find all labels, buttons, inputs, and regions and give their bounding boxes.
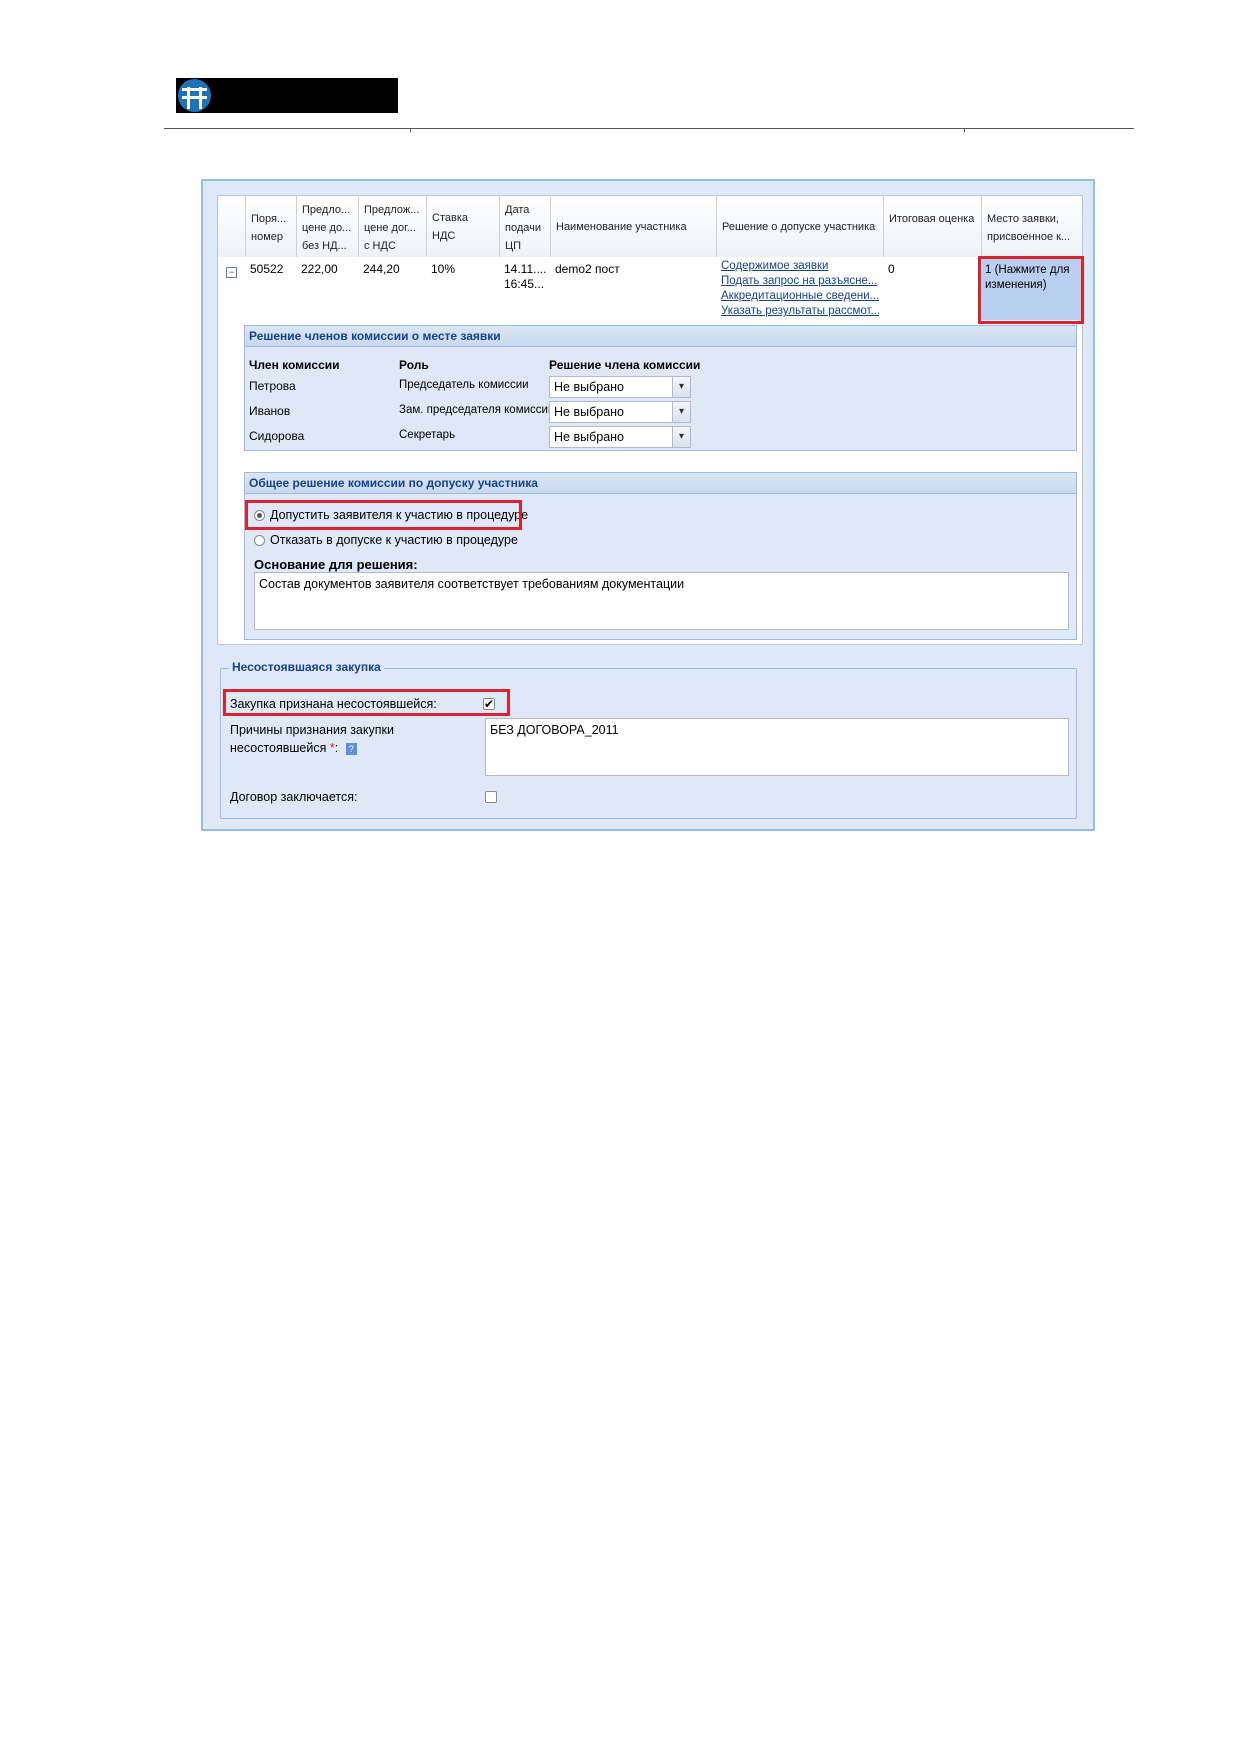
table-row[interactable]: − 50522 222,00 244,20 10% 14.11.... 16:4…: [218, 257, 1082, 320]
link-application-contents[interactable]: Содержимое заявки: [721, 259, 879, 274]
column-date[interactable]: Дата подачи ЦП: [500, 196, 551, 257]
member-name: Сидорова: [249, 429, 305, 443]
applications-grid-area: Поря... номер Предло... цене до... без Н…: [217, 195, 1084, 645]
link-accreditation-info[interactable]: Аккредитационные сведени...: [721, 289, 879, 304]
column-admission-decision[interactable]: Решение о допуске участника: [717, 196, 884, 257]
column-number[interactable]: Поря... номер: [246, 196, 297, 257]
contract-checkbox[interactable]: [485, 791, 497, 803]
help-icon[interactable]: ?: [345, 742, 357, 755]
member-role: Секретарь: [399, 429, 456, 441]
member-name: Петрова: [249, 379, 296, 393]
header-decision: Решение члена комиссии: [549, 358, 701, 372]
members-panel-header: Решение членов комиссии о месте заявки: [245, 326, 1076, 347]
collapse-row-icon[interactable]: −: [226, 267, 237, 278]
member-decision-select[interactable]: Не выбрано ▾: [549, 401, 691, 423]
members-decision-panel: Решение членов комиссии о месте заявки Ч…: [244, 325, 1077, 451]
reasons-label: Причины признания закупки: [230, 723, 394, 737]
column-place[interactable]: Место заявки, присвоенное к...: [982, 196, 1082, 257]
link-clarification-request[interactable]: Подать запрос на разъясне...: [721, 274, 879, 289]
failed-purchase-fieldset: Несостоявшаяся закупка Закупка признана …: [220, 660, 1077, 819]
admission-panel-header: Общее решение комиссии по допуску участн…: [245, 473, 1076, 494]
header-divider: [164, 128, 1134, 129]
column-price-no-vat[interactable]: Предло... цене до... без НД...: [297, 196, 359, 257]
logo-mark-icon: [178, 79, 211, 112]
grid-header: Поря... номер Предло... цене до... без Н…: [218, 196, 1082, 258]
header-divider-tick: [964, 128, 965, 132]
reasons-textarea[interactable]: БЕЗ ДОГОВОРА_2011: [485, 718, 1069, 776]
reasons-label-line2: несостоявшейся *: ?: [230, 741, 357, 755]
reject-radio[interactable]: [254, 535, 265, 546]
application-form-screenshot: Поря... номер Предло... цене до... без Н…: [201, 179, 1095, 831]
header-member: Член комиссии: [249, 358, 340, 372]
reject-option-label[interactable]: Отказать в допуске к участию в процедуре: [270, 533, 518, 547]
row-date: 14.11.... 16:45...: [504, 262, 546, 292]
member-role: Зам. председателя комиссии: [399, 404, 555, 416]
column-final-score[interactable]: Итоговая оценка: [884, 196, 982, 257]
row-score: 0: [888, 262, 895, 276]
admission-panel-title: Общее решение комиссии по допуску участн…: [249, 476, 538, 490]
column-participant[interactable]: Наименование участника: [551, 196, 717, 257]
highlight-admit-option: [245, 500, 522, 530]
chevron-down-icon[interactable]: ▾: [672, 427, 690, 447]
header-divider-tick: [410, 128, 411, 132]
member-decision-select[interactable]: Не выбрано ▾: [549, 376, 691, 398]
chevron-down-icon[interactable]: ▾: [672, 402, 690, 422]
header-role: Роль: [399, 358, 429, 372]
row-price-vat: 244,20: [363, 262, 400, 276]
row-participant: demo2 пост: [555, 262, 620, 276]
highlight-place-cell: [978, 256, 1084, 324]
basis-textarea[interactable]: Состав документов заявителя соответствуе…: [254, 572, 1069, 630]
member-decision-select[interactable]: Не выбрано ▾: [549, 426, 691, 448]
member-role: Председатель комиссии: [399, 379, 529, 391]
row-decision-links: Содержимое заявки Подать запрос на разъя…: [721, 259, 879, 319]
row-price-no-vat: 222,00: [301, 262, 338, 276]
members-panel-title: Решение членов комиссии о месте заявки: [249, 329, 501, 343]
admission-decision-panel: Общее решение комиссии по допуску участн…: [244, 472, 1077, 640]
row-date-time: 16:45...: [504, 277, 545, 291]
column-vat-rate[interactable]: Ставка НДС: [427, 196, 500, 257]
company-logo: [176, 78, 398, 113]
link-review-results[interactable]: Указать результаты рассмот...: [721, 304, 879, 319]
chevron-down-icon[interactable]: ▾: [672, 377, 690, 397]
member-name: Иванов: [249, 404, 291, 418]
basis-label: Основание для решения:: [254, 557, 418, 572]
column-price-vat[interactable]: Предлож... цене дог... с НДС: [359, 196, 427, 257]
highlight-recognized-checkbox: [223, 689, 510, 716]
grid-header-expander: [218, 196, 246, 257]
failed-purchase-legend: Несостоявшаяся закупка: [229, 660, 384, 674]
row-vat-rate: 10%: [431, 262, 456, 276]
contract-label: Договор заключается:: [230, 790, 358, 804]
row-number: 50522: [250, 262, 284, 276]
row-date-day: 14.11....: [504, 262, 547, 276]
